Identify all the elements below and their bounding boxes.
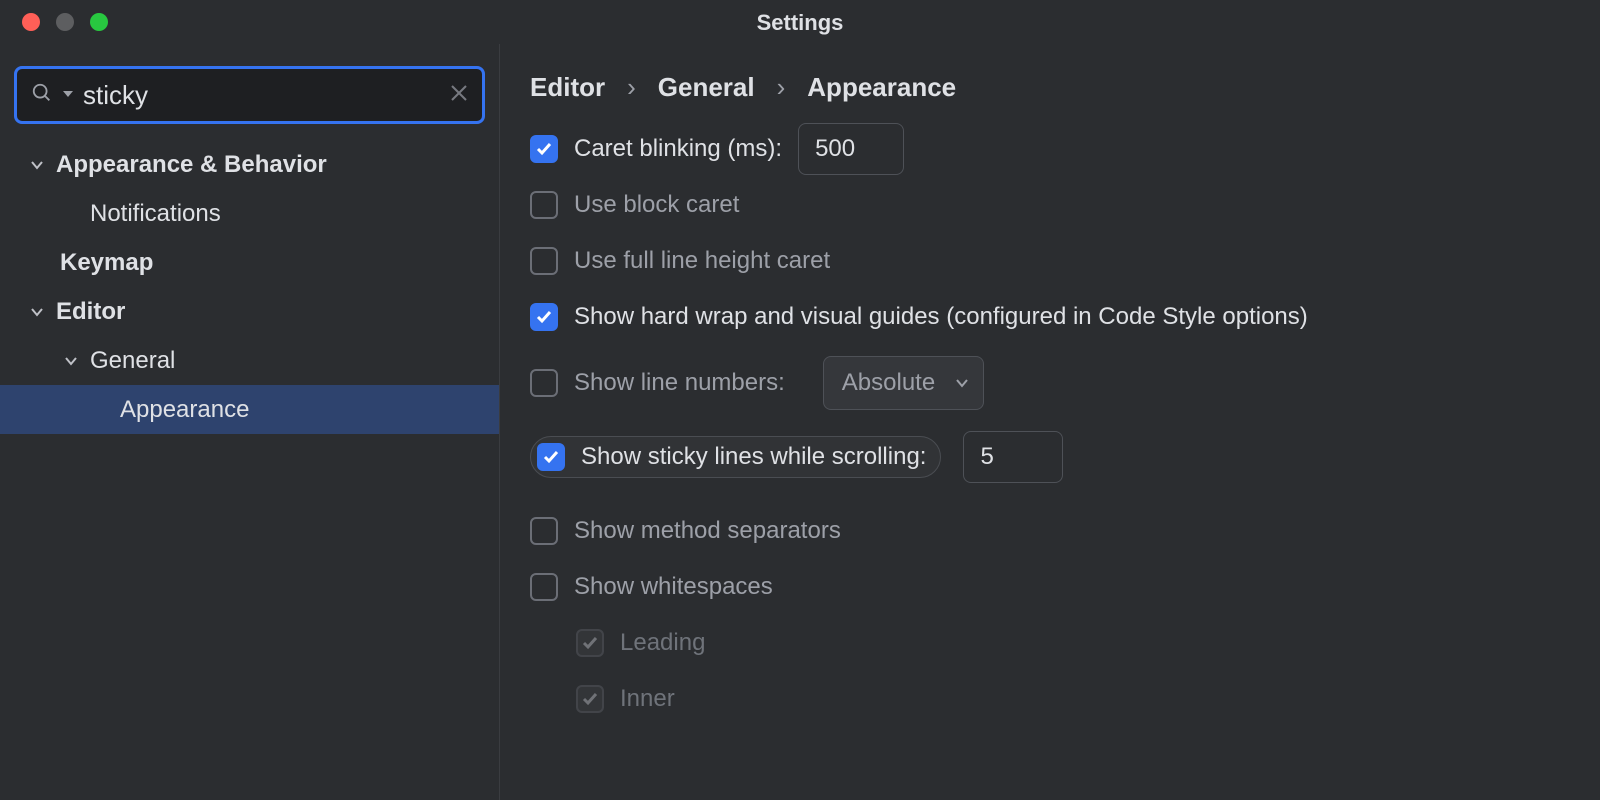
chevron-right-icon: › <box>627 72 636 103</box>
search-icon <box>31 82 53 109</box>
sidebar-item-appearance-behavior[interactable]: Appearance & Behavior <box>0 140 499 189</box>
sticky-lines-input[interactable] <box>963 431 1063 483</box>
full-line-caret-label: Use full line height caret <box>574 247 830 275</box>
option-hard-wrap-guides: Show hard wrap and visual guides (config… <box>530 289 1570 345</box>
caret-blinking-label: Caret blinking (ms): <box>574 135 782 163</box>
ws-leading-label: Leading <box>620 629 705 657</box>
sidebar-item-editor[interactable]: Editor <box>0 287 499 336</box>
settings-tree: Appearance & Behavior Notifications Keymap… <box>0 138 499 434</box>
breadcrumb: Editor › General › Appearance <box>500 44 1600 121</box>
chevron-down-icon <box>955 369 969 397</box>
option-sticky-lines: Show sticky lines while scrolling: <box>530 429 1570 485</box>
sidebar-item-label: General <box>90 347 175 375</box>
window-minimize-button[interactable] <box>56 13 74 31</box>
search-options-chevron-icon[interactable] <box>63 86 73 104</box>
titlebar: Settings <box>0 0 1600 44</box>
caret-blinking-checkbox[interactable] <box>530 135 558 163</box>
breadcrumb-item[interactable]: Appearance <box>807 72 956 103</box>
line-numbers-select[interactable]: Absolute <box>823 356 984 410</box>
settings-search[interactable] <box>14 66 485 124</box>
chevron-down-icon[interactable] <box>56 354 86 368</box>
option-full-line-caret: Use full line height caret <box>530 233 1570 289</box>
option-ws-inner: Inner <box>530 671 1570 727</box>
clear-search-icon[interactable] <box>450 84 468 107</box>
sidebar-item-label: Appearance & Behavior <box>56 151 327 179</box>
sidebar-item-keymap[interactable]: Keymap <box>0 238 499 287</box>
line-numbers-label: Show line numbers: <box>574 369 785 397</box>
search-hit-highlight: Show sticky lines while scrolling: <box>530 436 941 478</box>
sidebar-item-label: Appearance <box>120 396 249 424</box>
hard-wrap-label: Show hard wrap and visual guides (config… <box>574 303 1308 331</box>
line-numbers-checkbox[interactable] <box>530 369 558 397</box>
sidebar-item-label: Editor <box>56 298 125 326</box>
sidebar-item-label: Notifications <box>90 200 221 228</box>
window-controls <box>0 13 108 31</box>
method-separators-checkbox[interactable] <box>530 517 558 545</box>
option-caret-blinking: Caret blinking (ms): <box>530 121 1570 177</box>
sidebar-item-appearance[interactable]: Appearance <box>0 385 499 434</box>
settings-search-input[interactable] <box>83 80 440 111</box>
whitespaces-checkbox[interactable] <box>530 573 558 601</box>
chevron-down-icon[interactable] <box>22 305 52 319</box>
breadcrumb-item[interactable]: General <box>658 72 755 103</box>
whitespaces-label: Show whitespaces <box>574 573 773 601</box>
sidebar-item-notifications[interactable]: Notifications <box>0 189 499 238</box>
ws-leading-checkbox <box>576 629 604 657</box>
block-caret-checkbox[interactable] <box>530 191 558 219</box>
ws-inner-label: Inner <box>620 685 675 713</box>
hard-wrap-checkbox[interactable] <box>530 303 558 331</box>
window-title: Settings <box>757 10 844 36</box>
block-caret-label: Use block caret <box>574 191 739 219</box>
line-numbers-select-value: Absolute <box>842 369 935 397</box>
chevron-right-icon: › <box>777 72 786 103</box>
option-method-separators: Show method separators <box>530 503 1570 559</box>
sidebar-item-general[interactable]: General <box>0 336 499 385</box>
sticky-lines-label: Show sticky lines while scrolling: <box>581 443 926 471</box>
option-whitespaces: Show whitespaces <box>530 559 1570 615</box>
settings-panel: Editor › General › Appearance Caret blin… <box>500 44 1600 800</box>
settings-sidebar: Appearance & Behavior Notifications Keymap… <box>0 44 500 800</box>
breadcrumb-item[interactable]: Editor <box>530 72 605 103</box>
caret-blinking-input[interactable] <box>798 123 904 175</box>
method-separators-label: Show method separators <box>574 517 841 545</box>
chevron-down-icon[interactable] <box>22 158 52 172</box>
sticky-lines-checkbox[interactable] <box>537 443 565 471</box>
option-block-caret: Use block caret <box>530 177 1570 233</box>
ws-inner-checkbox <box>576 685 604 713</box>
window-zoom-button[interactable] <box>90 13 108 31</box>
option-line-numbers: Show line numbers: Absolute <box>530 355 1570 411</box>
option-ws-leading: Leading <box>530 615 1570 671</box>
window-close-button[interactable] <box>22 13 40 31</box>
full-line-caret-checkbox[interactable] <box>530 247 558 275</box>
sidebar-item-label: Keymap <box>60 249 153 277</box>
